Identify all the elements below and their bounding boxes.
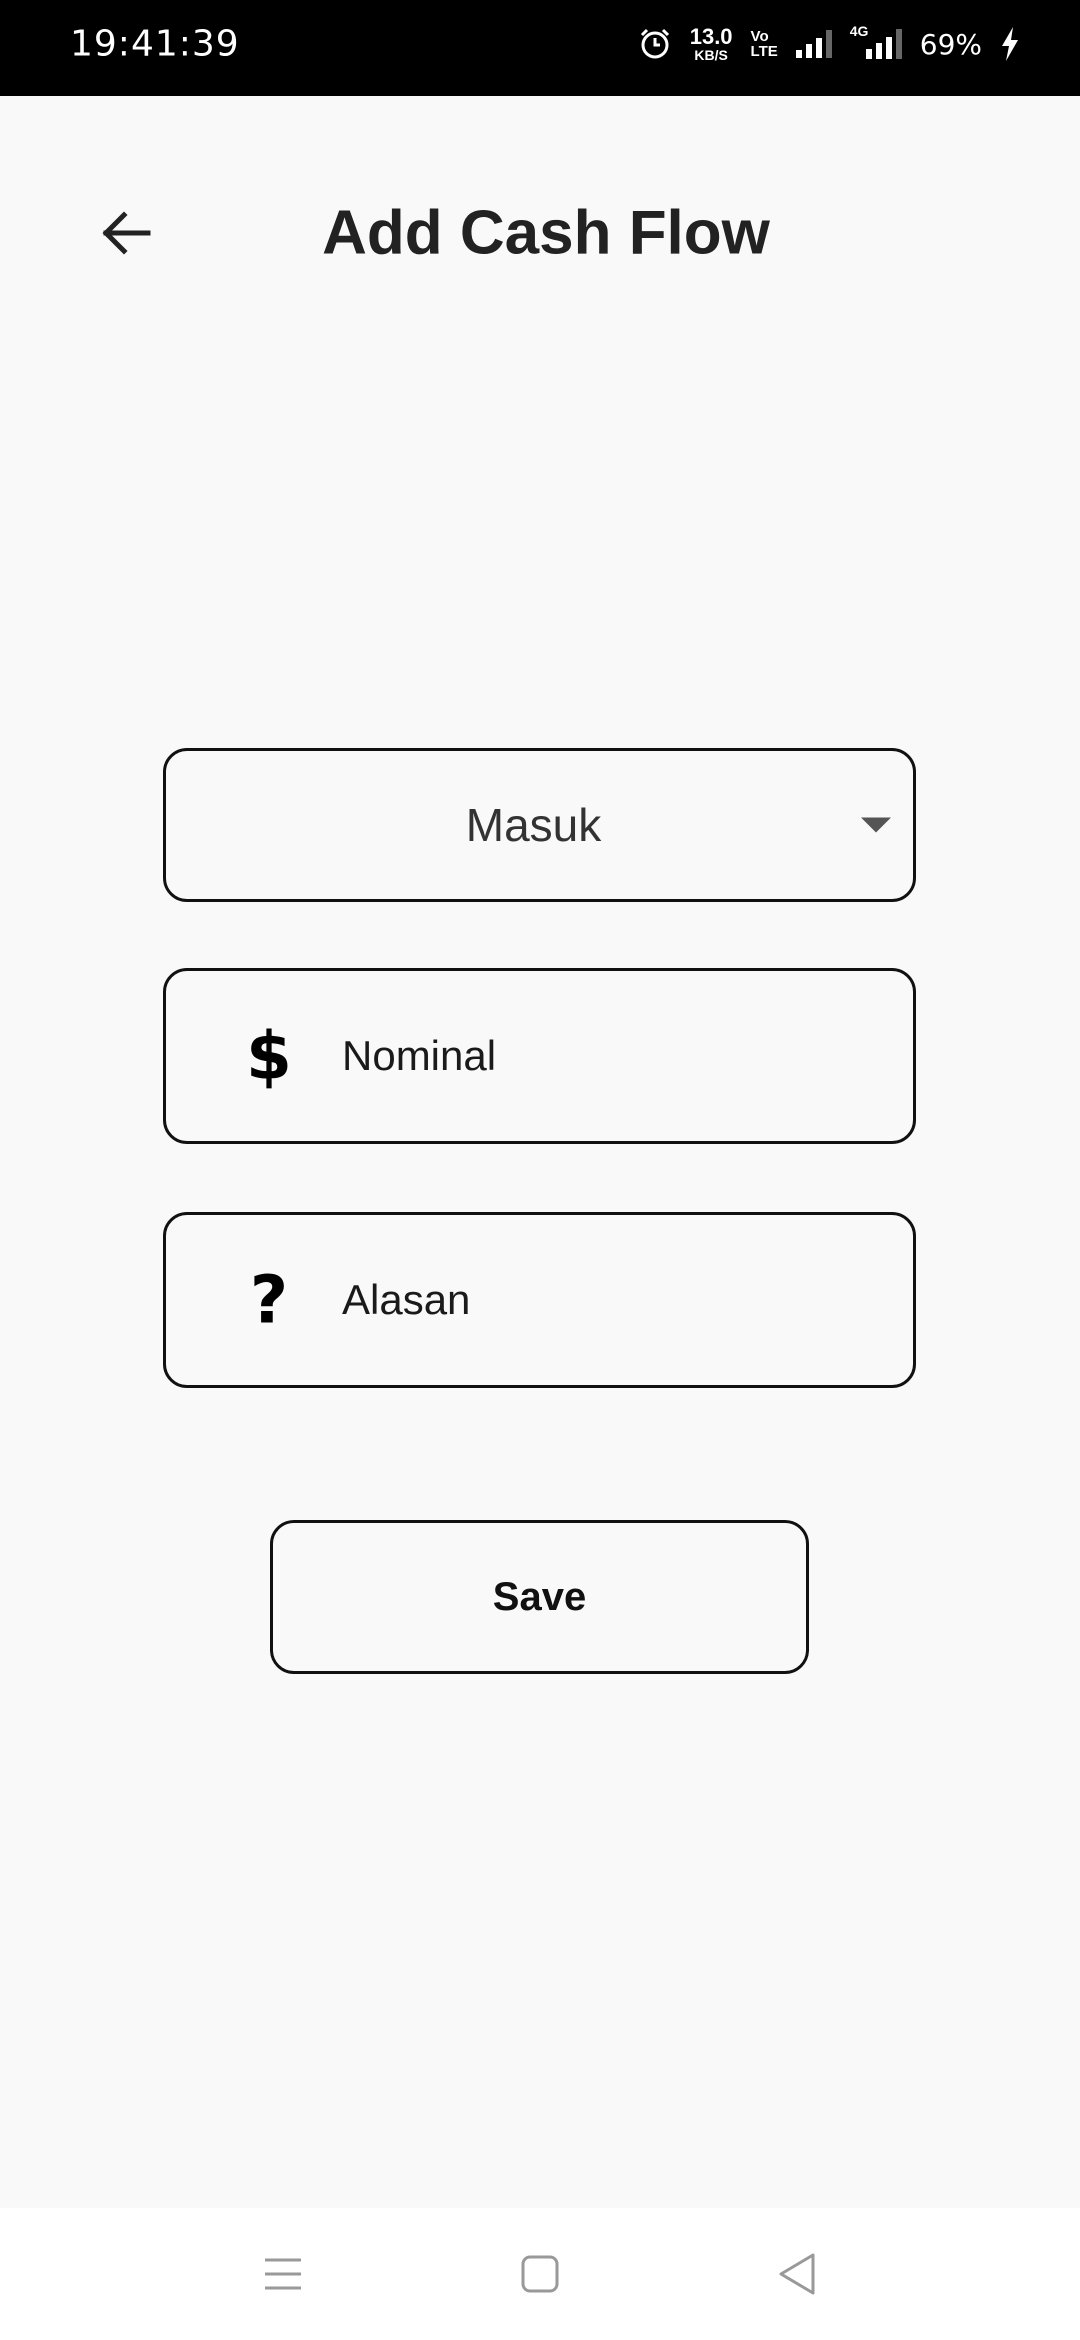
alarm-icon (640, 28, 669, 59)
nominal-input[interactable]: $ Nominal (163, 968, 916, 1144)
signal-4g-icon: 4G (850, 23, 902, 59)
menu-icon (265, 2258, 301, 2290)
battery-level: 69% (919, 27, 982, 61)
net-speed-unit: KB/S (694, 47, 728, 63)
dollar-icon: $ (246, 1017, 292, 1095)
navigation-bar (0, 2208, 1080, 2340)
nav-menu-button[interactable] (253, 2244, 313, 2304)
back-triangle-icon (779, 2253, 815, 2295)
volte-bottom: LTE (750, 43, 778, 60)
page-title: Add Cash Flow (322, 198, 770, 268)
charging-bolt-icon (1002, 27, 1018, 61)
net-speed-value: 13.0 (689, 24, 733, 49)
reason-placeholder: Alasan (342, 1276, 471, 1323)
net-speed: 13.0 KB/S (689, 24, 733, 63)
question-mark-icon: ? (249, 1261, 289, 1339)
status-time: 19:41:39 (70, 23, 240, 65)
status-icons: 13.0 KB/S Vo LTE 4G 69% (638, 23, 1020, 63)
reason-input[interactable]: ? Alasan (163, 1212, 916, 1388)
nav-home-button[interactable] (510, 2244, 570, 2304)
caret-down-icon (861, 817, 891, 833)
status-bar: 19:41:39 13.0 KB/S Vo LTE 4G 69% (0, 0, 1080, 96)
nominal-placeholder: Nominal (342, 1032, 497, 1079)
signal-icon (795, 30, 832, 58)
home-square-icon (521, 2255, 559, 2293)
volte-indicator: Vo LTE (751, 29, 778, 59)
network-type: 4G (849, 23, 869, 39)
volte-top: Vo (750, 28, 769, 45)
save-button[interactable]: Save (270, 1520, 809, 1674)
type-dropdown-value: Masuk (465, 799, 602, 851)
nav-back-button[interactable] (767, 2244, 827, 2304)
type-dropdown[interactable]: Masuk (163, 748, 916, 902)
